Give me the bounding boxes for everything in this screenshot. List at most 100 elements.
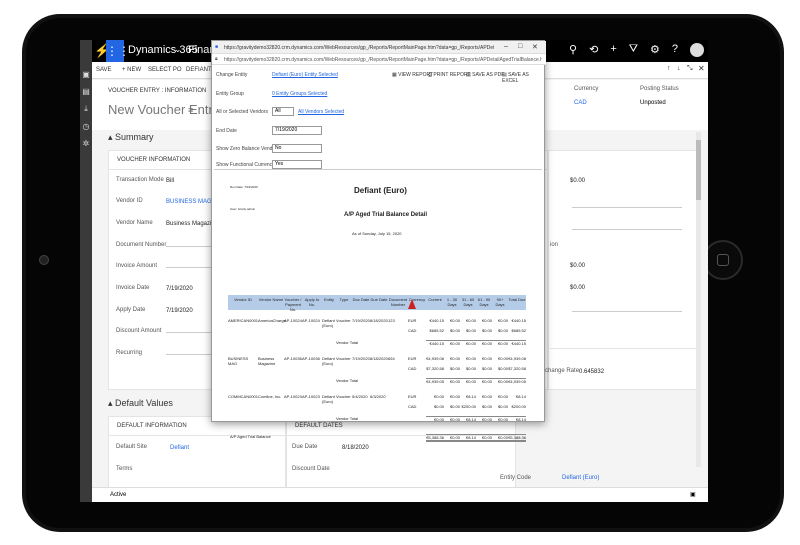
maximize-icon[interactable]: □ <box>518 43 522 50</box>
vendor-total-value: €8.14 <box>508 416 526 422</box>
report-cell: AP-10023 <box>302 394 320 399</box>
summary-section-title[interactable]: ▴ Summary <box>108 132 154 143</box>
chevron-down-icon[interactable]: ⌄ <box>174 44 182 55</box>
report-cell: 8/18/2020 <box>370 318 388 323</box>
list-icon[interactable]: ≡ <box>188 105 193 115</box>
up-arrow-icon[interactable]: ↑ <box>667 65 671 72</box>
right-input-1[interactable] <box>572 207 682 208</box>
vendor-total-value: €0.00 <box>444 416 460 422</box>
vendor-total-value: €8.14 <box>460 416 476 422</box>
vendor-total-label: Vendor Total <box>336 378 359 383</box>
report-value: €8.14 <box>465 394 476 399</box>
grand-total-label: A/P Aged Trial Balance <box>230 434 271 439</box>
report-cell: BUSINESS MAG <box>228 356 249 366</box>
entity-code-value[interactable]: Defiant (Euro) <box>562 475 599 481</box>
vendor-total-value: €0.00 <box>476 378 492 384</box>
form-scrollbar[interactable] <box>696 132 701 467</box>
home-square-icon <box>717 254 729 266</box>
report-cell: AmericaCharge <box>258 318 286 323</box>
vendors-link[interactable]: All Vendors Selected <box>298 109 344 115</box>
apply-date-value[interactable]: 7/19/2020 <box>166 308 193 314</box>
mouse-cursor <box>408 299 416 309</box>
grand-total-value: €0.00 <box>492 434 508 442</box>
lock-icon: 🔒︎ <box>215 56 218 62</box>
rail-home-icon[interactable]: ▣ <box>80 70 92 79</box>
report-column-header: 90+ Days <box>495 297 505 307</box>
plus-icon[interactable]: + <box>610 43 616 57</box>
vendor-total-value: €0.00 <box>460 378 476 384</box>
expand-icon[interactable]: ⤡ <box>687 65 693 73</box>
save-pdf-label: SAVE AS PDF <box>472 72 505 78</box>
select-po-button[interactable]: SELECT PO <box>148 67 182 73</box>
save-excel-label: SAVE AS EXCEL <box>502 72 529 84</box>
default-site-value[interactable]: Defiant <box>170 445 189 451</box>
default-values-section-title[interactable]: ▴ Default Values <box>108 398 173 409</box>
vendors-select[interactable]: All <box>272 107 294 116</box>
report-cell: 6/3/2020 <box>370 394 386 399</box>
end-date-input[interactable]: 7/19/2020 <box>272 126 322 135</box>
search-icon[interactable]: ⚲ <box>569 43 577 57</box>
filter-icon[interactable]: ⛛ <box>629 43 638 57</box>
discount-amount-input[interactable] <box>166 332 216 333</box>
entity-group-label: Entity Group <box>216 91 244 97</box>
print-report-label: PRINT REPORT <box>433 72 471 78</box>
scroll-thumb[interactable] <box>696 140 701 200</box>
default-values-title: Default Values <box>115 398 173 408</box>
report-company: Defiant (Euro) <box>354 186 407 195</box>
currency-value[interactable]: CAD <box>574 100 587 106</box>
vendor-total-value: €0.00 <box>460 340 476 346</box>
report-value: $7,320.58 <box>426 366 444 371</box>
rail-history-icon[interactable]: ◷ <box>80 122 92 131</box>
save-excel-button[interactable]: ▤ SAVE AS EXCEL <box>502 72 544 84</box>
report-value: $200.00 <box>511 404 526 409</box>
tablet-home-button[interactable] <box>703 240 743 280</box>
rail-download-icon[interactable]: ⤓ <box>80 104 92 114</box>
invoice-date-value[interactable]: 7/19/2020 <box>166 286 193 292</box>
rail-settings-icon[interactable]: ✲ <box>80 139 92 148</box>
zero-balance-label: Show Zero Balance Vendor <box>216 146 277 152</box>
report-cell: Defiant (Euro) <box>322 356 335 366</box>
report-value: €8.14 <box>515 394 526 399</box>
functional-currency-select[interactable]: Yes <box>272 160 322 169</box>
change-entity-link[interactable]: Defiant (Euro) Entity Selected <box>272 72 338 78</box>
transaction-mode-value[interactable]: Bill <box>166 178 174 184</box>
report-value: €0.00 <box>497 394 508 399</box>
document-number-label: Document Number <box>116 242 167 248</box>
invoice-amount-input[interactable] <box>166 267 216 268</box>
report-value: $0.00 <box>497 404 508 409</box>
app-launcher-icon[interactable]: ⋮⋮ <box>106 40 130 62</box>
view-report-button[interactable]: ▦ VIEW REPORT <box>392 72 433 78</box>
report-column-header: Voucher / Payment No. <box>284 297 302 312</box>
recurring-input[interactable] <box>166 354 216 355</box>
minimize-icon[interactable]: – <box>504 43 508 50</box>
new-button[interactable]: + NEW <box>122 67 141 73</box>
avatar[interactable] <box>690 43 704 57</box>
gear-icon[interactable]: ⚙ <box>650 43 660 57</box>
right-input-2[interactable] <box>572 229 682 230</box>
report-cell: 654 <box>388 356 395 361</box>
save-pdf-button[interactable]: ▤ SAVE AS PDF <box>466 72 504 78</box>
entity-group-link[interactable]: 0 Entity Groups Selected <box>272 91 327 97</box>
save-status-icon[interactable]: ▣ <box>690 491 696 498</box>
report-value: $0.00 <box>497 328 508 333</box>
report-column-header: Due Date <box>370 297 388 302</box>
right-input-3[interactable] <box>572 311 682 312</box>
popup-address-bar[interactable]: 🔒︎ https://gravitydemo32820.crm.dynamics… <box>212 54 546 65</box>
help-icon[interactable]: ? <box>672 43 678 57</box>
down-arrow-icon[interactable]: ↓ <box>677 65 681 72</box>
zero-balance-select[interactable]: No <box>272 144 322 153</box>
report-value: €0.00 <box>465 356 476 361</box>
print-report-button[interactable]: ⎙ PRINT REPORT <box>428 72 470 78</box>
rail-pin-icon[interactable]: ▤ <box>80 87 92 96</box>
report-column-header: Vendor Name <box>258 297 284 302</box>
close-icon[interactable]: ✕ <box>698 64 705 73</box>
report-popup-window: ■ https://gravitydemo32820.crm.dynamics.… <box>211 40 546 442</box>
window-close-icon[interactable]: ✕ <box>532 43 538 51</box>
refresh-icon[interactable]: ⟲ <box>589 43 598 57</box>
document-number-input[interactable] <box>166 246 216 247</box>
due-date-value[interactable]: 8/18/2020 <box>342 445 369 451</box>
save-button[interactable]: SAVE <box>96 67 112 73</box>
posting-status-value: Unposted <box>640 100 666 106</box>
report-value: $0.00 <box>449 366 460 371</box>
vendors-label: All or Selected Vendors <box>216 109 268 115</box>
